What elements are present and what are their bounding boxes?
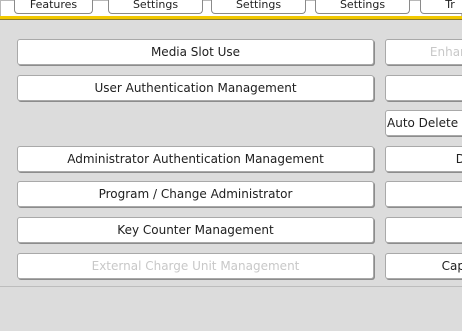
right-button-5[interactable] [385,181,462,207]
key-counter-management-button[interactable]: Key Counter Management [17,217,374,243]
settings-panel [0,20,462,331]
right-button-2[interactable] [385,75,462,101]
tab-settings-1[interactable]: Settings [108,0,203,14]
enhanced-setting-button: Enhar [385,39,462,65]
program-change-administrator-button[interactable]: Program / Change Administrator [17,181,374,207]
right-button-6[interactable] [385,217,462,243]
tab-truncated[interactable]: Tr [420,0,462,14]
administrator-authentication-management-button[interactable]: Administrator Authentication Management [17,146,374,172]
tab-settings-2[interactable]: Settings [211,0,306,14]
user-authentication-management-button[interactable]: User Authentication Management [17,75,374,101]
media-slot-use-button[interactable]: Media Slot Use [17,39,374,65]
tab-bar: Features Settings Settings Settings Tr [0,0,462,16]
tab-features[interactable]: Features [14,0,93,14]
bottom-divider [0,286,462,287]
tab-settings-3[interactable]: Settings [315,0,410,14]
right-button-7[interactable]: Cap [385,253,462,279]
right-button-4[interactable]: D [385,146,462,172]
auto-delete-button[interactable]: Auto Delete [385,110,462,136]
external-charge-unit-management-button: External Charge Unit Management [17,253,374,279]
